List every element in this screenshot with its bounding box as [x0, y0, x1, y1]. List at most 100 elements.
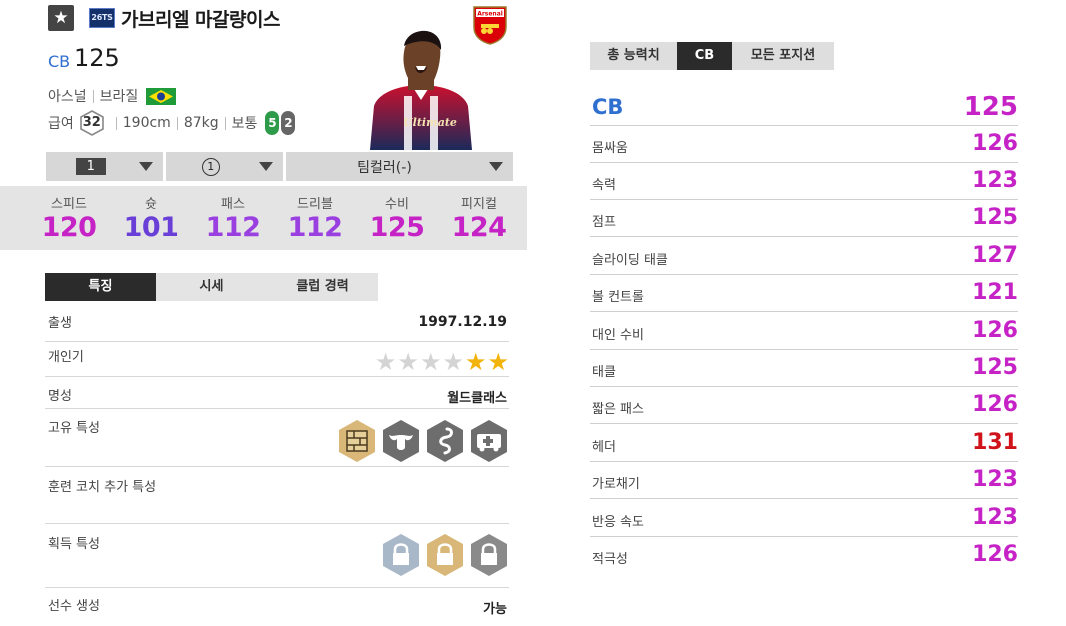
stat-value: 112 — [205, 212, 261, 243]
detail-position-label: CB — [592, 95, 624, 119]
physical-line: 급여 32 190cm 87kg 보통 5 2 — [48, 110, 296, 136]
bull-icon[interactable] — [381, 419, 421, 463]
creation-label: 선수 생성 — [48, 599, 100, 614]
stat-value: 112 — [287, 212, 343, 243]
tab-total-stats[interactable]: 총 능력치 — [590, 42, 677, 70]
detail-stat-row: 반응 속도 123 — [590, 500, 1018, 537]
fame-row: 명성 월드클래스 — [45, 385, 509, 409]
stat-defending: 수비 125 — [356, 186, 438, 250]
height-value: 190cm — [122, 115, 171, 131]
brazil-flag-icon — [146, 87, 177, 105]
detail-stat-label: 볼 컨트롤 — [592, 290, 644, 305]
info-tabs: 특징 시세 클럽 경력 — [45, 273, 378, 301]
stat-label: 피지컬 — [461, 197, 497, 212]
jersey-text: Ultimate — [403, 116, 457, 129]
detail-stat-value: 123 — [972, 168, 1018, 193]
stat-value: 101 — [123, 212, 179, 243]
lock-icon[interactable] — [381, 533, 421, 577]
level-value: 1 — [75, 158, 106, 175]
favorite-star-button[interactable]: ★ — [48, 5, 74, 31]
skill-row: 개인기 ★ ★ ★ ★ ★ ★ — [45, 346, 509, 377]
summary-stats: 스피드 120 슛 101 패스 112 드리블 112 수비 125 피지컬 … — [0, 186, 527, 250]
chevron-down-icon — [139, 162, 154, 171]
detail-stat-value: 126 — [972, 392, 1018, 417]
tab-position-cb[interactable]: CB — [677, 42, 732, 70]
stat-label: 슛 — [145, 197, 157, 212]
star-empty-icon: ★ — [442, 348, 464, 376]
detail-stat-value: 126 — [972, 542, 1018, 567]
stat-label: 드리블 — [297, 197, 333, 212]
nation-name: 브라질 — [99, 89, 139, 105]
acquired-traits-row: 획득 특성 — [45, 533, 509, 588]
fame-label: 명성 — [48, 389, 72, 404]
detail-stat-value: 123 — [972, 467, 1018, 492]
unique-traits-row: 고유 특성 — [45, 417, 509, 467]
level-dropdown[interactable]: 1 — [46, 152, 164, 181]
detail-stat-row: 점프 125 — [590, 200, 1018, 237]
team-color-value: 팀컬러(-) — [357, 159, 412, 176]
detail-stat-label: 가로채기 — [592, 477, 640, 492]
snake-icon[interactable] — [425, 419, 465, 463]
stat-label: 패스 — [221, 197, 245, 212]
stat-shooting: 슛 101 — [110, 186, 192, 250]
club-nation-line: 아스널 브라질 — [48, 86, 177, 106]
tab-club-career[interactable]: 클럽 경력 — [267, 273, 378, 301]
divider — [115, 116, 117, 130]
birth-row: 출생 1997.12.19 — [45, 312, 509, 342]
crest-text: Arsenal — [477, 11, 503, 18]
unique-traits-icons — [337, 419, 509, 463]
star-filled-icon: ★ — [464, 348, 487, 376]
divider — [176, 116, 178, 130]
detail-stat-row: 짧은 패스 126 — [590, 387, 1018, 424]
stat-speed: 스피드 120 — [28, 186, 110, 250]
stat-physical: 피지컬 124 — [438, 186, 520, 250]
tab-all-positions[interactable]: 모든 포지션 — [732, 42, 834, 70]
detail-stat-row: 적극성 126 — [590, 537, 1018, 574]
detail-stat-row: 헤더 131 — [590, 425, 1018, 462]
detail-stat-label: 적극성 — [592, 552, 628, 567]
detail-stat-label: 점프 — [592, 215, 616, 230]
acquired-traits-label: 획득 특성 — [48, 537, 100, 552]
detail-stat-value: 127 — [972, 243, 1018, 268]
skill-star-rating: ★ ★ ★ ★ ★ ★ — [375, 350, 509, 374]
body-type-value: 보통 — [231, 116, 258, 132]
birth-value: 1997.12.19 — [418, 314, 507, 330]
detail-stat-label: 반응 속도 — [592, 515, 644, 530]
salary-label: 급여 — [48, 116, 74, 132]
detail-header-row: CB 125 — [590, 90, 1018, 126]
tab-traits[interactable]: 특징 — [45, 273, 156, 301]
detail-stat-label: 속력 — [592, 178, 616, 193]
lock-icon[interactable] — [425, 533, 465, 577]
overall-rating: 125 — [74, 44, 120, 72]
stat-passing: 패스 112 — [192, 186, 274, 250]
enhance-value: 1 — [201, 157, 220, 176]
creation-value: 가능 — [483, 602, 507, 617]
detail-stat-label: 짧은 패스 — [592, 402, 644, 417]
star-empty-icon: ★ — [374, 348, 397, 376]
salary-hex-icon: 32 — [79, 110, 105, 136]
weak-foot-right-badge: 2 — [281, 111, 296, 135]
detail-stat-row: 볼 컨트롤 121 — [590, 275, 1018, 312]
stats-view-tabs: 총 능력치 CB 모든 포지션 — [590, 42, 834, 70]
detail-stat-value: 123 — [972, 505, 1018, 530]
coach-traits-row: 훈련 코치 추가 특성 — [45, 476, 509, 524]
player-options-bar: 1 1 팀컬러(-) — [46, 152, 513, 181]
detail-stat-value: 126 — [972, 318, 1018, 343]
detail-stat-value: 125 — [972, 355, 1018, 380]
player-portrait-image: Ultimate — [370, 30, 472, 150]
detail-stat-value: 121 — [972, 280, 1018, 305]
stat-value: 125 — [369, 212, 425, 243]
skill-label: 개인기 — [48, 350, 84, 365]
stat-value: 124 — [451, 212, 507, 243]
weight-value: 87kg — [183, 115, 219, 131]
ambulance-icon[interactable] — [469, 419, 509, 463]
birth-label: 출생 — [48, 316, 72, 331]
tab-market-price[interactable]: 시세 — [156, 273, 267, 301]
coach-traits-label: 훈련 코치 추가 특성 — [48, 480, 157, 495]
wall-icon[interactable] — [337, 419, 377, 463]
player-name: 가브리엘 마갈량이스 — [121, 9, 280, 31]
stat-label: 스피드 — [51, 197, 87, 212]
enhance-dropdown[interactable]: 1 — [166, 152, 283, 181]
team-color-dropdown[interactable]: 팀컬러(-) — [285, 152, 513, 181]
lock-icon[interactable] — [469, 533, 509, 577]
